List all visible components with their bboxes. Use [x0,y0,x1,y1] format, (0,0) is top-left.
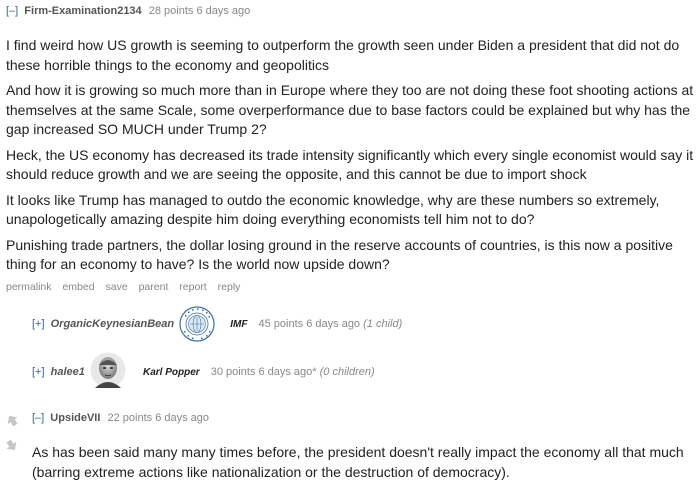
comment-author[interactable]: OrganicKeynesianBean [51,318,175,330]
comment-score: 28 points [148,5,194,17]
comment-paragraph: Punishing trade partners, the dollar los… [6,236,673,273]
child-count: (1 child) [363,318,403,330]
permalink-button[interactable]: permalink [6,281,52,293]
comment-buttons: permalink embed save parent report reply [6,281,248,293]
comment-time: 6 days ago* [258,366,317,378]
comment-paragraph: And how it is growing so much more than … [6,82,694,137]
comment-author[interactable]: halee1 [51,366,85,378]
comment-paragraph: I find weird how US growth is seeming to… [6,37,680,73]
karl-popper-portrait-icon [90,352,126,388]
comment-time: 6 days ago [306,318,361,330]
comment-time: 6 days ago [196,5,251,17]
save-button[interactable]: save [105,281,127,293]
comment-tagline: [–] Firm-Examination2134 28 points 6 day… [6,5,250,17]
comment-time: 6 days ago [155,412,210,424]
reply-button[interactable]: reply [218,281,241,293]
user-flair: IMF [230,319,248,330]
comment-score: 30 points [210,366,256,378]
expand-toggle[interactable]: [+] [32,366,45,378]
upvote-arrow-icon[interactable] [4,412,20,428]
comment-score: 45 points [258,318,304,330]
comment-tagline: [+] halee1 Karl Popper 30 points 6 days … [32,366,375,378]
comment-tagline: [+] OrganicKeynesianBean IMF 45 points 6… [32,318,402,330]
child-count: (0 children) [319,366,375,378]
comment-paragraph: Heck, the US economy has decreased its t… [6,146,694,183]
collapse-toggle[interactable]: [–] [32,412,44,424]
downvote-arrow-icon[interactable] [4,438,20,454]
expand-toggle[interactable]: [+] [32,318,45,330]
comment-score: 22 points [107,412,153,424]
comment-tagline: [–] UpsideVII 22 points 6 days ago [32,412,209,424]
imf-seal-icon [179,306,215,342]
comment-body: As has been said many many times before,… [32,443,692,482]
collapse-toggle[interactable]: [–] [6,5,18,17]
comment-paragraph: It looks like Trump has managed to outdo… [6,191,660,228]
user-flair: Karl Popper [142,367,200,378]
report-button[interactable]: report [179,281,206,293]
embed-button[interactable]: embed [62,281,94,293]
comment-body: I find weird how US growth is seeming to… [6,36,696,281]
comment-author[interactable]: UpsideVII [50,412,100,424]
comment-paragraph: As has been said many many times before,… [32,444,684,480]
parent-button[interactable]: parent [139,281,169,293]
comment-author[interactable]: Firm-Examination2134 [24,5,141,17]
